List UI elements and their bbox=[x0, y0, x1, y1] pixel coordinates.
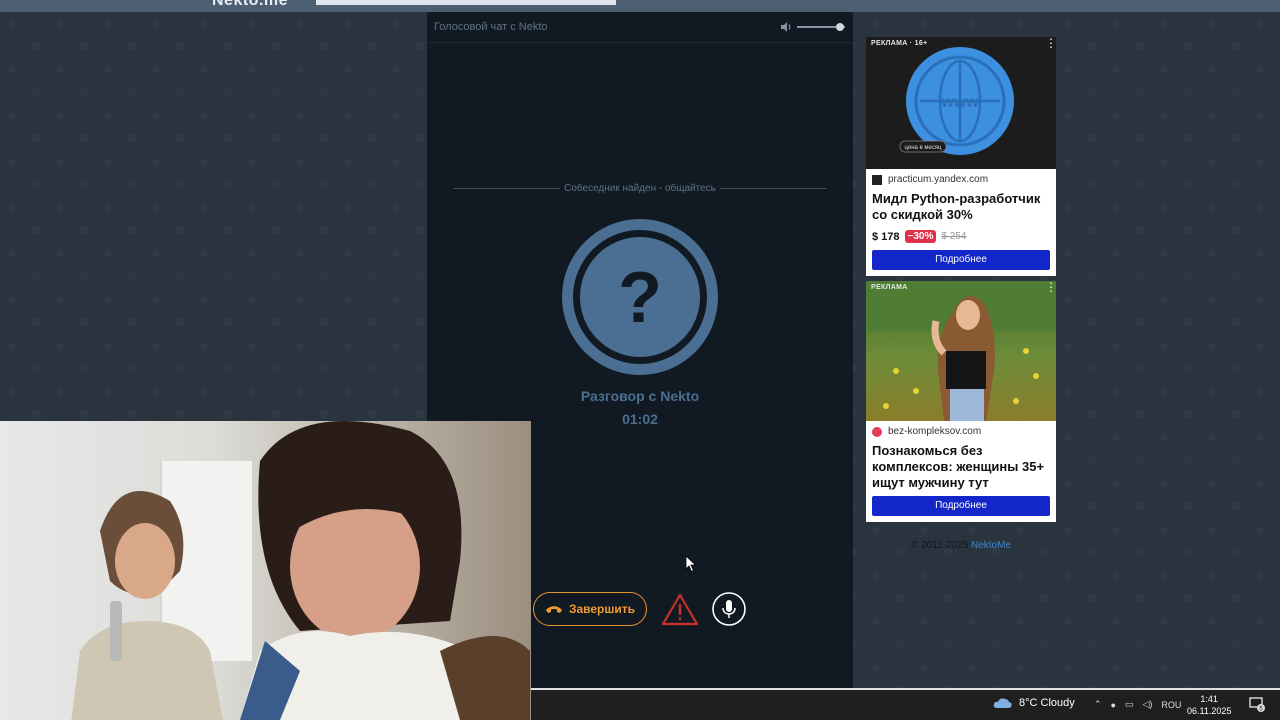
cloud-icon bbox=[993, 698, 1012, 708]
volume-icon[interactable] bbox=[779, 20, 793, 34]
copyright: © 2011-2025 NektoMe bbox=[910, 540, 1012, 551]
discount-badge: −30% bbox=[904, 230, 937, 243]
end-call-button[interactable]: Завершить bbox=[533, 592, 647, 626]
language-indicator[interactable]: ROU bbox=[1161, 700, 1181, 710]
volume-slider-knob[interactable] bbox=[836, 23, 845, 31]
ad-label: РЕКЛАМА · 16+ bbox=[871, 40, 928, 47]
chat-title: Голосовой чат с Nekto bbox=[434, 21, 548, 33]
price-old: $ 254 bbox=[941, 231, 967, 242]
ad-image: РЕКЛАМА ⋮ bbox=[866, 281, 1056, 421]
report-warning-icon[interactable] bbox=[660, 592, 700, 626]
microphone-icon[interactable] bbox=[712, 592, 746, 626]
site-logo[interactable]: Nekto.me bbox=[212, 0, 288, 10]
connection-status: Собеседник найден - общайтесь bbox=[427, 183, 853, 194]
avatar-glyph: ? bbox=[618, 258, 662, 338]
ad-domain: practicum.yandex.com bbox=[872, 174, 988, 185]
person-right-icon bbox=[240, 421, 530, 720]
ad-card-practicum[interactable]: www цена в месяц РЕКЛАМА · 16+ ⋮ practic… bbox=[866, 37, 1056, 276]
conversation-title: Разговор с Nekto bbox=[580, 388, 700, 404]
windows-taskbar: 8°C Cloudy ⌃ ● ▭ ◁) ROU 1:41 06.11.2025 … bbox=[531, 688, 1280, 720]
partner-avatar-icon: ? bbox=[562, 219, 718, 375]
price-current: $ 178 bbox=[872, 230, 900, 243]
woman-photo-icon bbox=[866, 281, 1056, 421]
chat-header: Голосовой чат с Nekto bbox=[427, 12, 853, 43]
ad-price-row: $ 178 −30% $ 254 bbox=[872, 230, 966, 243]
notification-center-icon[interactable]: 5 bbox=[1249, 696, 1265, 712]
svg-text:цена в месяц: цена в месяц bbox=[904, 145, 942, 151]
ad-label: РЕКЛАМА bbox=[871, 284, 908, 291]
battery-icon[interactable]: ▭ bbox=[1125, 699, 1134, 710]
top-strip bbox=[316, 0, 616, 5]
end-call-label: Завершить bbox=[568, 602, 636, 616]
hangup-icon bbox=[545, 606, 562, 613]
mouse-cursor-icon bbox=[685, 555, 697, 573]
ad-menu-icon[interactable]: ⋮ bbox=[1045, 281, 1056, 293]
practicum-favicon-icon bbox=[872, 174, 882, 185]
ad-more-button[interactable]: Подробнее bbox=[872, 250, 1050, 270]
ad-card-dating[interactable]: РЕКЛАМА ⋮ bez-kompleksov.com Познакомься… bbox=[866, 281, 1056, 522]
chevron-up-icon[interactable]: ⌃ bbox=[1094, 699, 1102, 710]
ad-headline: Мидл Python-разработчик со скидкой 30% bbox=[872, 191, 1041, 222]
weather-widget[interactable]: 8°C Cloudy bbox=[993, 697, 1075, 709]
svg-text:www: www bbox=[940, 94, 979, 111]
clock-date: 06.11.2025 bbox=[1187, 706, 1232, 716]
ad-more-button[interactable]: Подробнее bbox=[872, 496, 1050, 516]
top-bar: Nekto.me bbox=[0, 0, 1280, 12]
ad-domain: bez-kompleksov.com bbox=[872, 426, 981, 437]
webcam-overlay bbox=[0, 421, 531, 720]
system-tray: ⌃ ● ▭ ◁) ROU bbox=[1094, 699, 1181, 710]
microphone-tray-icon[interactable]: ● bbox=[1111, 700, 1116, 710]
nektome-link[interactable]: NektoMe bbox=[971, 540, 1011, 551]
ad-image: www цена в месяц РЕКЛАМА · 16+ ⋮ bbox=[866, 37, 1056, 169]
ad-menu-icon[interactable]: ⋮ bbox=[1045, 37, 1056, 49]
clock-time: 1:41 bbox=[1200, 694, 1218, 704]
ad-headline: Познакомься без комплексов: женщины 35+ … bbox=[872, 443, 1045, 490]
dating-favicon-icon bbox=[872, 426, 882, 437]
globe-coin-icon: www цена в месяц bbox=[899, 47, 1014, 155]
system-clock[interactable]: 1:41 06.11.2025 bbox=[1187, 693, 1231, 717]
person-left-icon bbox=[71, 491, 223, 720]
speaker-icon[interactable]: ◁) bbox=[1143, 699, 1153, 710]
